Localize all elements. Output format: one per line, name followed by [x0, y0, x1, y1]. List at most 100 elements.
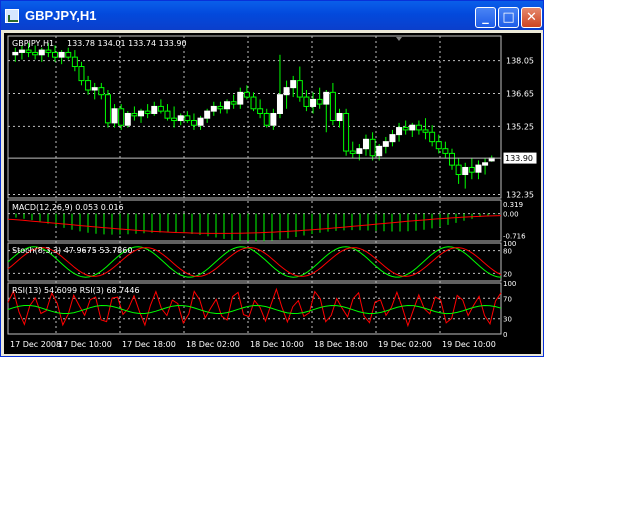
time-axis-label: 17 Dec 18:00: [122, 340, 176, 349]
rsi-tick-label: 70: [503, 295, 512, 303]
stoch-tick-label: 80: [503, 248, 512, 256]
candle-body[interactable]: [12, 51, 19, 56]
candle-body[interactable]: [18, 49, 25, 53]
candle-body[interactable]: [316, 98, 323, 105]
candle-body[interactable]: [462, 166, 469, 176]
candle-body[interactable]: [349, 150, 356, 154]
time-axis-label: 17 Dec 10:00: [58, 340, 112, 349]
candle-body[interactable]: [78, 66, 85, 82]
chart-window: GBPJPY,H1 _ □ ✕ GBPJPY,H1 133.78 134.01 1…: [0, 0, 544, 357]
candle-body[interactable]: [144, 110, 151, 114]
price-tick-label: 135.25: [506, 122, 534, 131]
macd-tick-label: 0.00: [503, 211, 519, 219]
candle-body[interactable]: [343, 112, 350, 152]
candle-body[interactable]: [171, 117, 178, 122]
candle-body[interactable]: [85, 80, 92, 91]
time-axis-label: 17 Dec 2008: [10, 340, 61, 349]
stoch-label: Stoch(8,3,3) 47.9675 53.7860: [12, 246, 132, 255]
macd-tick-label: 0.319: [503, 201, 523, 209]
candle-body[interactable]: [482, 162, 489, 166]
candle-body[interactable]: [422, 129, 429, 133]
candle-body[interactable]: [164, 110, 171, 119]
candle-body[interactable]: [230, 101, 237, 105]
candle-body[interactable]: [376, 145, 383, 157]
candle-body[interactable]: [177, 115, 184, 122]
candle-body[interactable]: [104, 94, 111, 124]
current-price-label: 133.90: [505, 154, 533, 163]
candle-body[interactable]: [362, 138, 369, 150]
minimize-button[interactable]: _: [475, 7, 496, 28]
candle-body[interactable]: [131, 112, 138, 117]
candle-body[interactable]: [204, 110, 211, 119]
candle-body[interactable]: [157, 105, 164, 112]
candle-body[interactable]: [111, 108, 118, 124]
candle-body[interactable]: [468, 166, 475, 173]
macd-label: MACD(12,26,9) 0.053 0.016: [12, 203, 124, 212]
candle-body[interactable]: [409, 124, 416, 131]
rsi-label: RSI(13) 54.6099 RSI(3) 68.7446: [12, 286, 140, 295]
candle-body[interactable]: [58, 51, 65, 58]
candle-body[interactable]: [25, 49, 32, 53]
price-tick-label: 138.05: [506, 57, 534, 66]
candle-body[interactable]: [118, 108, 125, 126]
candle-body[interactable]: [38, 49, 45, 56]
candle-body[interactable]: [151, 105, 158, 114]
candle-body[interactable]: [263, 112, 270, 126]
candle-body[interactable]: [296, 80, 303, 98]
candle-body[interactable]: [210, 105, 217, 112]
candle-body[interactable]: [455, 164, 462, 176]
maximize-button[interactable]: □: [498, 7, 519, 28]
time-axis-label: 19 Dec 02:00: [378, 340, 432, 349]
candle-body[interactable]: [250, 96, 257, 110]
candle-body[interactable]: [303, 96, 310, 107]
candle-body[interactable]: [91, 87, 98, 91]
candle-body[interactable]: [257, 108, 264, 114]
candle-body[interactable]: [435, 141, 442, 150]
candle-body[interactable]: [442, 148, 449, 154]
candle-body[interactable]: [396, 127, 403, 136]
candle-body[interactable]: [45, 49, 52, 53]
candle-body[interactable]: [415, 124, 422, 131]
candle-body[interactable]: [270, 112, 277, 126]
candle-body[interactable]: [323, 91, 330, 105]
candle-body[interactable]: [429, 131, 436, 143]
candle-body[interactable]: [448, 152, 455, 166]
candle-body[interactable]: [382, 141, 389, 147]
candle-body[interactable]: [124, 112, 131, 126]
candle-body[interactable]: [290, 80, 297, 89]
candle-body[interactable]: [276, 94, 283, 114]
candle-body[interactable]: [310, 98, 317, 107]
candle-body[interactable]: [52, 51, 59, 58]
candle-body[interactable]: [369, 138, 376, 157]
candle-body[interactable]: [224, 101, 231, 110]
candle-body[interactable]: [329, 91, 336, 122]
title-bar[interactable]: GBPJPY,H1 _ □ ✕: [1, 1, 543, 30]
candle-body[interactable]: [138, 110, 145, 117]
candle-body[interactable]: [184, 115, 191, 122]
chart-background: [4, 33, 541, 354]
candle-body[interactable]: [217, 105, 224, 110]
chart-area[interactable]: GBPJPY,H1 133.78 134.01 133.74 133.90 MAC…: [4, 33, 541, 354]
time-axis-label: 18 Dec 02:00: [186, 340, 240, 349]
candle-body[interactable]: [402, 127, 409, 131]
candle-body[interactable]: [475, 164, 482, 173]
candle-body[interactable]: [237, 91, 244, 105]
window-title: GBPJPY,H1: [25, 8, 97, 23]
candle-body[interactable]: [356, 148, 363, 154]
chart-svg[interactable]: GBPJPY,H1 133.78 134.01 133.74 133.90 MAC…: [4, 33, 541, 354]
candle-body[interactable]: [389, 134, 396, 143]
price-tick-label: 132.35: [506, 190, 534, 199]
candle-body[interactable]: [32, 51, 39, 56]
price-tick-label: 136.65: [506, 90, 534, 99]
candle-body[interactable]: [243, 91, 250, 98]
candle-body[interactable]: [283, 87, 290, 96]
candle-body[interactable]: [71, 56, 78, 68]
candle-body[interactable]: [336, 112, 343, 122]
candle-body[interactable]: [190, 120, 197, 126]
rsi-tick-label: 0: [503, 331, 507, 339]
close-button[interactable]: ✕: [521, 7, 542, 28]
candle-body[interactable]: [98, 87, 105, 96]
candle-body[interactable]: [197, 117, 204, 126]
candle-body[interactable]: [65, 51, 72, 58]
time-axis-label: 18 Dec 18:00: [314, 340, 368, 349]
